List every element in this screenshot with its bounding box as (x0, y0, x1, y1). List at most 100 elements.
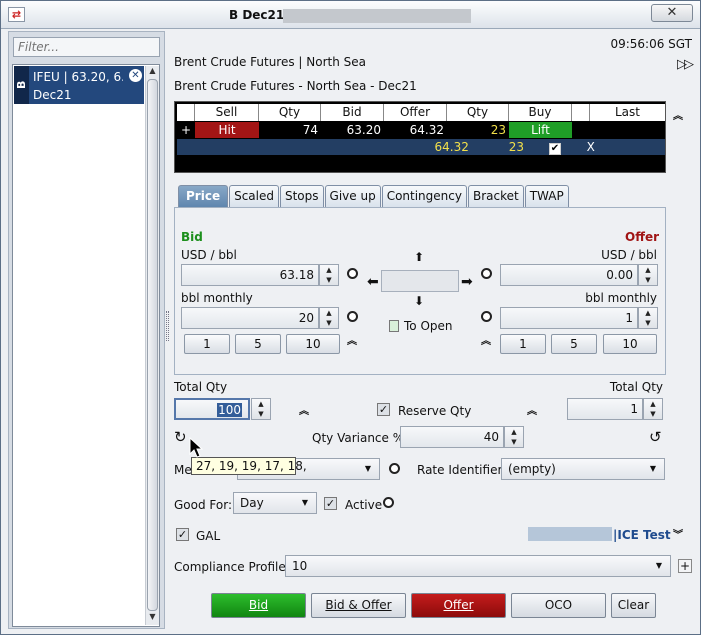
gal-checkbox[interactable]: ✓ (176, 528, 189, 541)
bid-step-5-button[interactable]: 5 (235, 334, 281, 354)
grid-header-bid[interactable]: Bid (321, 104, 384, 121)
expand-down-chevron-icon[interactable]: ︾ (673, 526, 683, 541)
grid-header-buy[interactable]: Buy (509, 104, 572, 121)
qty-variance-input[interactable]: 40 (400, 426, 504, 448)
oco-button[interactable]: OCO (511, 593, 606, 618)
tab-price[interactable]: Price (178, 185, 229, 207)
arrow-left-icon[interactable]: ⬅ (367, 274, 379, 290)
tab-twap[interactable]: TWAP (524, 185, 569, 207)
active-checkbox[interactable]: ✓ (324, 497, 337, 510)
cancel-order-mark[interactable]: X (583, 139, 599, 155)
chevron-down-icon: ▼ (301, 498, 308, 507)
tab-stops[interactable]: Stops (279, 185, 324, 207)
instrument-title: Brent Crude Futures | North Sea (174, 55, 367, 69)
mouse-cursor-icon (189, 437, 203, 458)
tab-bracket[interactable]: Bracket (467, 185, 524, 207)
offer-step-5-button[interactable]: 5 (551, 334, 597, 354)
method-radio[interactable] (389, 463, 400, 474)
qty-variance-tooltip: 27, 19, 19, 17, 18, (191, 457, 307, 475)
offer-price-stepper[interactable]: ▲ ▼ (638, 264, 658, 286)
list-item-selected[interactable]: B IFEU | 63.20, 6... Dec21 ✕ (14, 66, 144, 104)
rate-identifier-select[interactable]: (empty) ▼ (501, 458, 665, 480)
offer-price-radio[interactable] (481, 268, 492, 279)
total-qty-right-chevron-icon[interactable]: ︽ (527, 402, 537, 417)
tab-give-up[interactable]: Give up (324, 185, 381, 207)
compliance-profile-label: Compliance Profile (174, 560, 286, 574)
reserve-qty-checkbox[interactable]: ✓ (377, 403, 390, 416)
lift-button[interactable]: Lift (509, 122, 572, 138)
spread-price-input[interactable] (381, 270, 459, 292)
to-open-label: To Open (404, 319, 453, 333)
offer-qty-radio[interactable] (481, 311, 492, 322)
filter-input[interactable] (13, 37, 160, 57)
arrow-right-icon[interactable]: ➡ (461, 274, 473, 290)
add-profile-icon[interactable]: + (678, 559, 692, 573)
chevron-down-icon: ▼ (364, 464, 371, 473)
bid-qty-radio[interactable] (347, 311, 358, 322)
bid-button[interactable]: Bid (211, 593, 306, 618)
bid-and-offer-button[interactable]: Bid & Offer (311, 593, 406, 618)
hit-button[interactable]: Hit (195, 122, 259, 138)
qty-variance-stepper[interactable]: ▲ ▼ (504, 426, 524, 448)
my-order-checkbox[interactable]: ✔ (548, 143, 561, 155)
close-icon[interactable]: ✕ (129, 69, 142, 82)
grid-header: Sell Qty Bid Offer Qty Buy Last (177, 104, 665, 121)
tab-contingency[interactable]: Contingency (381, 185, 467, 207)
scroll-thumb[interactable] (147, 79, 158, 611)
bid-qty-unit-label: bbl monthly (181, 291, 253, 305)
good-for-select[interactable]: Day ▼ (233, 492, 317, 514)
to-open-icon[interactable] (389, 320, 399, 332)
active-radio[interactable] (383, 497, 394, 508)
bid-price-input[interactable]: 63.18 (181, 264, 319, 286)
compliance-profile-select[interactable]: 10 ▼ (285, 555, 671, 577)
bid-expand-chevron-icon[interactable]: ︽ (347, 332, 357, 347)
grid-header-qty2[interactable]: Qty (447, 104, 509, 121)
refresh-left-icon[interactable]: ↻ (174, 428, 187, 446)
bid-step-1-button[interactable]: 1 (184, 334, 230, 354)
total-qty-left-chevron-icon[interactable]: ︽ (299, 402, 309, 417)
bid-qty-stepper[interactable]: ▲ ▼ (319, 307, 339, 329)
last-cell (590, 122, 665, 138)
offer-expand-chevron-icon[interactable]: ︽ (481, 332, 491, 347)
collapse-chevron-icon[interactable]: ︽ (673, 107, 683, 122)
offer-button[interactable]: Offer (411, 593, 506, 618)
offer-price-input[interactable]: 0.00 (500, 264, 638, 286)
window-close-button[interactable]: ✕ (651, 4, 693, 22)
grid-header-qty[interactable]: Qty (259, 104, 321, 121)
grid-header-sell[interactable]: Sell (195, 104, 259, 121)
offer-qty-stepper[interactable]: ▲ ▼ (638, 307, 658, 329)
flag-cell (572, 122, 590, 138)
offer-step-1-button[interactable]: 1 (500, 334, 546, 354)
tab-scaled[interactable]: Scaled (229, 185, 279, 207)
order-type-tabs: Price Scaled Stops Give up Contingency B… (178, 185, 570, 207)
bid-price-stepper[interactable]: ▲ ▼ (319, 264, 339, 286)
redacted-account-block (528, 527, 612, 541)
panel-splitter-handle[interactable] (166, 311, 169, 341)
offer-qty-cell: 23 (490, 123, 506, 137)
list-scrollbar[interactable]: ▲ ▼ (145, 66, 159, 625)
window-title: B Dec21 (229, 8, 285, 22)
clear-button[interactable]: Clear (611, 593, 656, 618)
total-qty-left-input[interactable]: 100 (174, 398, 250, 420)
account-name[interactable]: |ICE Test (613, 528, 671, 542)
bid-qty-input[interactable]: 20 (181, 307, 319, 329)
scroll-up-arrow-icon[interactable]: ▲ (146, 66, 159, 78)
scroll-down-arrow-icon[interactable]: ▼ (146, 612, 159, 624)
clock-time: 09:56:06 SGT (610, 37, 692, 51)
refresh-right-icon[interactable]: ↺ (649, 428, 662, 446)
rate-identifier-value: (empty) (508, 462, 556, 476)
offer-qty-input[interactable]: 1 (500, 307, 638, 329)
total-qty-left-stepper[interactable]: ▲ ▼ (251, 398, 271, 420)
total-qty-right-input[interactable]: 1 (567, 398, 643, 420)
total-qty-right-stepper[interactable]: ▲ ▼ (643, 398, 663, 420)
arrow-up-icon[interactable]: ⬆ (414, 250, 424, 264)
offer-step-10-button[interactable]: 10 (603, 334, 657, 354)
bid-price-radio[interactable] (347, 268, 358, 279)
contract-title: Brent Crude Futures - North Sea - Dec21 (174, 79, 417, 93)
fast-forward-icon[interactable]: ▷▷ (677, 57, 694, 72)
grid-header-last[interactable]: Last (590, 104, 665, 121)
row-expand-toggle[interactable]: + (177, 122, 195, 138)
arrow-down-icon[interactable]: ⬇ (414, 294, 424, 308)
grid-header-offer[interactable]: Offer (384, 104, 447, 121)
bid-step-10-button[interactable]: 10 (286, 334, 340, 354)
